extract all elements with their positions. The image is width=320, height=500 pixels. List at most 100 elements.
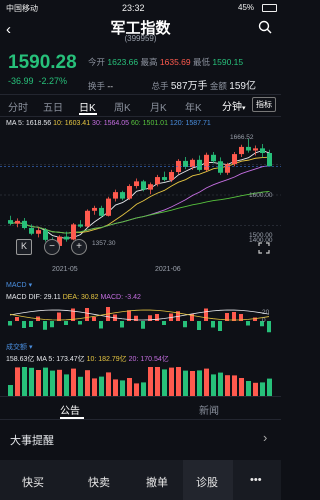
indicator-button[interactable]: 指标 bbox=[252, 97, 276, 112]
volume-bar bbox=[267, 378, 272, 397]
candlestick-chart[interactable] bbox=[0, 128, 281, 264]
macd-bar bbox=[267, 321, 271, 333]
volume-bar bbox=[253, 382, 258, 397]
volume-tab[interactable]: 成交额 ▾ bbox=[6, 342, 32, 352]
volume-bar bbox=[99, 376, 104, 397]
volume-bar bbox=[106, 372, 111, 397]
candle-body bbox=[134, 181, 139, 187]
candle-body bbox=[211, 154, 216, 162]
macd-bar bbox=[155, 314, 159, 321]
candle-body bbox=[204, 154, 209, 170]
volume-bar bbox=[197, 370, 202, 397]
volume-bar bbox=[239, 378, 244, 397]
tab-announcements[interactable]: 公告 bbox=[60, 402, 80, 417]
candle-body bbox=[162, 177, 167, 180]
diagnose-button[interactable]: 诊股 bbox=[196, 474, 218, 490]
zoom-in-icon[interactable]: + bbox=[71, 239, 87, 255]
macd-bar bbox=[43, 321, 47, 330]
macd-bar bbox=[218, 321, 222, 331]
volume-bar bbox=[141, 382, 146, 397]
candle-body bbox=[71, 224, 76, 240]
volume-bar bbox=[127, 378, 132, 397]
volume-bar bbox=[148, 367, 153, 397]
quick-buy-button[interactable]: 快买 bbox=[22, 474, 44, 490]
tab-indicator bbox=[79, 113, 97, 115]
low-marker: 1357.30 bbox=[92, 240, 116, 247]
tab-yearly-k[interactable]: 年K bbox=[185, 99, 202, 114]
volume-bar bbox=[36, 370, 41, 397]
candle-body bbox=[127, 186, 132, 199]
volume-bar bbox=[176, 367, 181, 397]
zoom-out-icon[interactable]: − bbox=[44, 239, 60, 255]
date-label-may: 2021-05 bbox=[52, 266, 78, 273]
macd-y-20: 20 bbox=[262, 309, 270, 316]
macd-bar bbox=[78, 321, 82, 325]
macd-line bbox=[9, 309, 270, 321]
ma20-line bbox=[10, 165, 270, 234]
chevron-right-icon[interactable]: › bbox=[263, 430, 267, 445]
volume-bar bbox=[183, 370, 188, 397]
macd-bar bbox=[85, 308, 89, 321]
events-title[interactable]: 大事提醒 bbox=[10, 432, 54, 448]
volume-bar bbox=[15, 367, 20, 397]
candle-body bbox=[15, 220, 20, 224]
candle-body bbox=[267, 153, 272, 167]
candle-body bbox=[78, 224, 83, 227]
stock-code: (399959) bbox=[124, 34, 157, 43]
macd-bar bbox=[197, 321, 201, 330]
volume-bar bbox=[162, 369, 167, 397]
macd-bar bbox=[8, 321, 12, 326]
volume-bar bbox=[211, 374, 216, 397]
candle-body bbox=[106, 198, 111, 216]
volume-bar bbox=[134, 383, 139, 397]
volume-bar bbox=[71, 368, 76, 397]
macd-bar bbox=[64, 321, 68, 325]
search-icon[interactable] bbox=[258, 20, 272, 34]
tab-monthly-k[interactable]: 月K bbox=[150, 99, 167, 114]
kline-toggle-icon[interactable]: K bbox=[16, 239, 32, 255]
macd-bar bbox=[92, 317, 96, 321]
tab-daily-k[interactable]: 日K bbox=[79, 99, 96, 114]
volume-bar bbox=[120, 380, 125, 397]
macd-legend: MACD DIF: 29.11 DEA: 30.82 MACD: -3.42 bbox=[6, 294, 141, 301]
macd-tab[interactable]: MACD ▾ bbox=[6, 281, 32, 289]
macd-y-0: 0 bbox=[262, 317, 266, 324]
quote-row-1: 今开 1623.66 最高 1635.69 最低 1590.15 bbox=[88, 57, 244, 67]
candle-body bbox=[225, 164, 230, 173]
candle-body bbox=[85, 210, 90, 227]
candle-body bbox=[155, 177, 160, 185]
battery-level: 45% bbox=[238, 3, 255, 12]
tab-weekly-k[interactable]: 周K bbox=[114, 99, 131, 114]
candle-body bbox=[141, 181, 146, 190]
more-icon[interactable]: ••• bbox=[250, 474, 262, 486]
volume-bar bbox=[57, 369, 62, 397]
minute-period-button[interactable]: 分钟▾ bbox=[222, 98, 246, 113]
tab-news[interactable]: 新闻 bbox=[199, 402, 219, 417]
macd-line bbox=[9, 309, 270, 321]
candle-body bbox=[218, 161, 223, 173]
fullscreen-icon[interactable] bbox=[258, 241, 270, 259]
ma40-line bbox=[10, 190, 270, 234]
cancel-order-button[interactable]: 撤单 bbox=[146, 474, 168, 490]
tab-five-day[interactable]: 五日 bbox=[43, 99, 63, 114]
quick-sell-button[interactable]: 快卖 bbox=[88, 474, 110, 490]
macd-bar bbox=[246, 321, 250, 326]
price-change: -36.99 -2.27% bbox=[8, 76, 68, 86]
volume-bar bbox=[232, 375, 237, 397]
battery-icon bbox=[262, 4, 277, 12]
macd-bar bbox=[15, 317, 19, 321]
candle-body bbox=[43, 230, 48, 240]
candle-body bbox=[64, 236, 69, 240]
candle-body bbox=[36, 230, 41, 234]
tab-intraday[interactable]: 分时 bbox=[8, 99, 28, 114]
y-label-1600: 1600.00 bbox=[249, 192, 273, 199]
volume-bar bbox=[218, 372, 223, 397]
macd-chart bbox=[8, 307, 271, 333]
volume-bar bbox=[113, 379, 118, 397]
candle-body bbox=[239, 146, 244, 155]
volume-bar bbox=[246, 381, 251, 397]
candle-body bbox=[22, 220, 27, 229]
macd-bar bbox=[22, 321, 26, 328]
macd-bar bbox=[50, 321, 54, 328]
candle-body bbox=[260, 148, 265, 154]
